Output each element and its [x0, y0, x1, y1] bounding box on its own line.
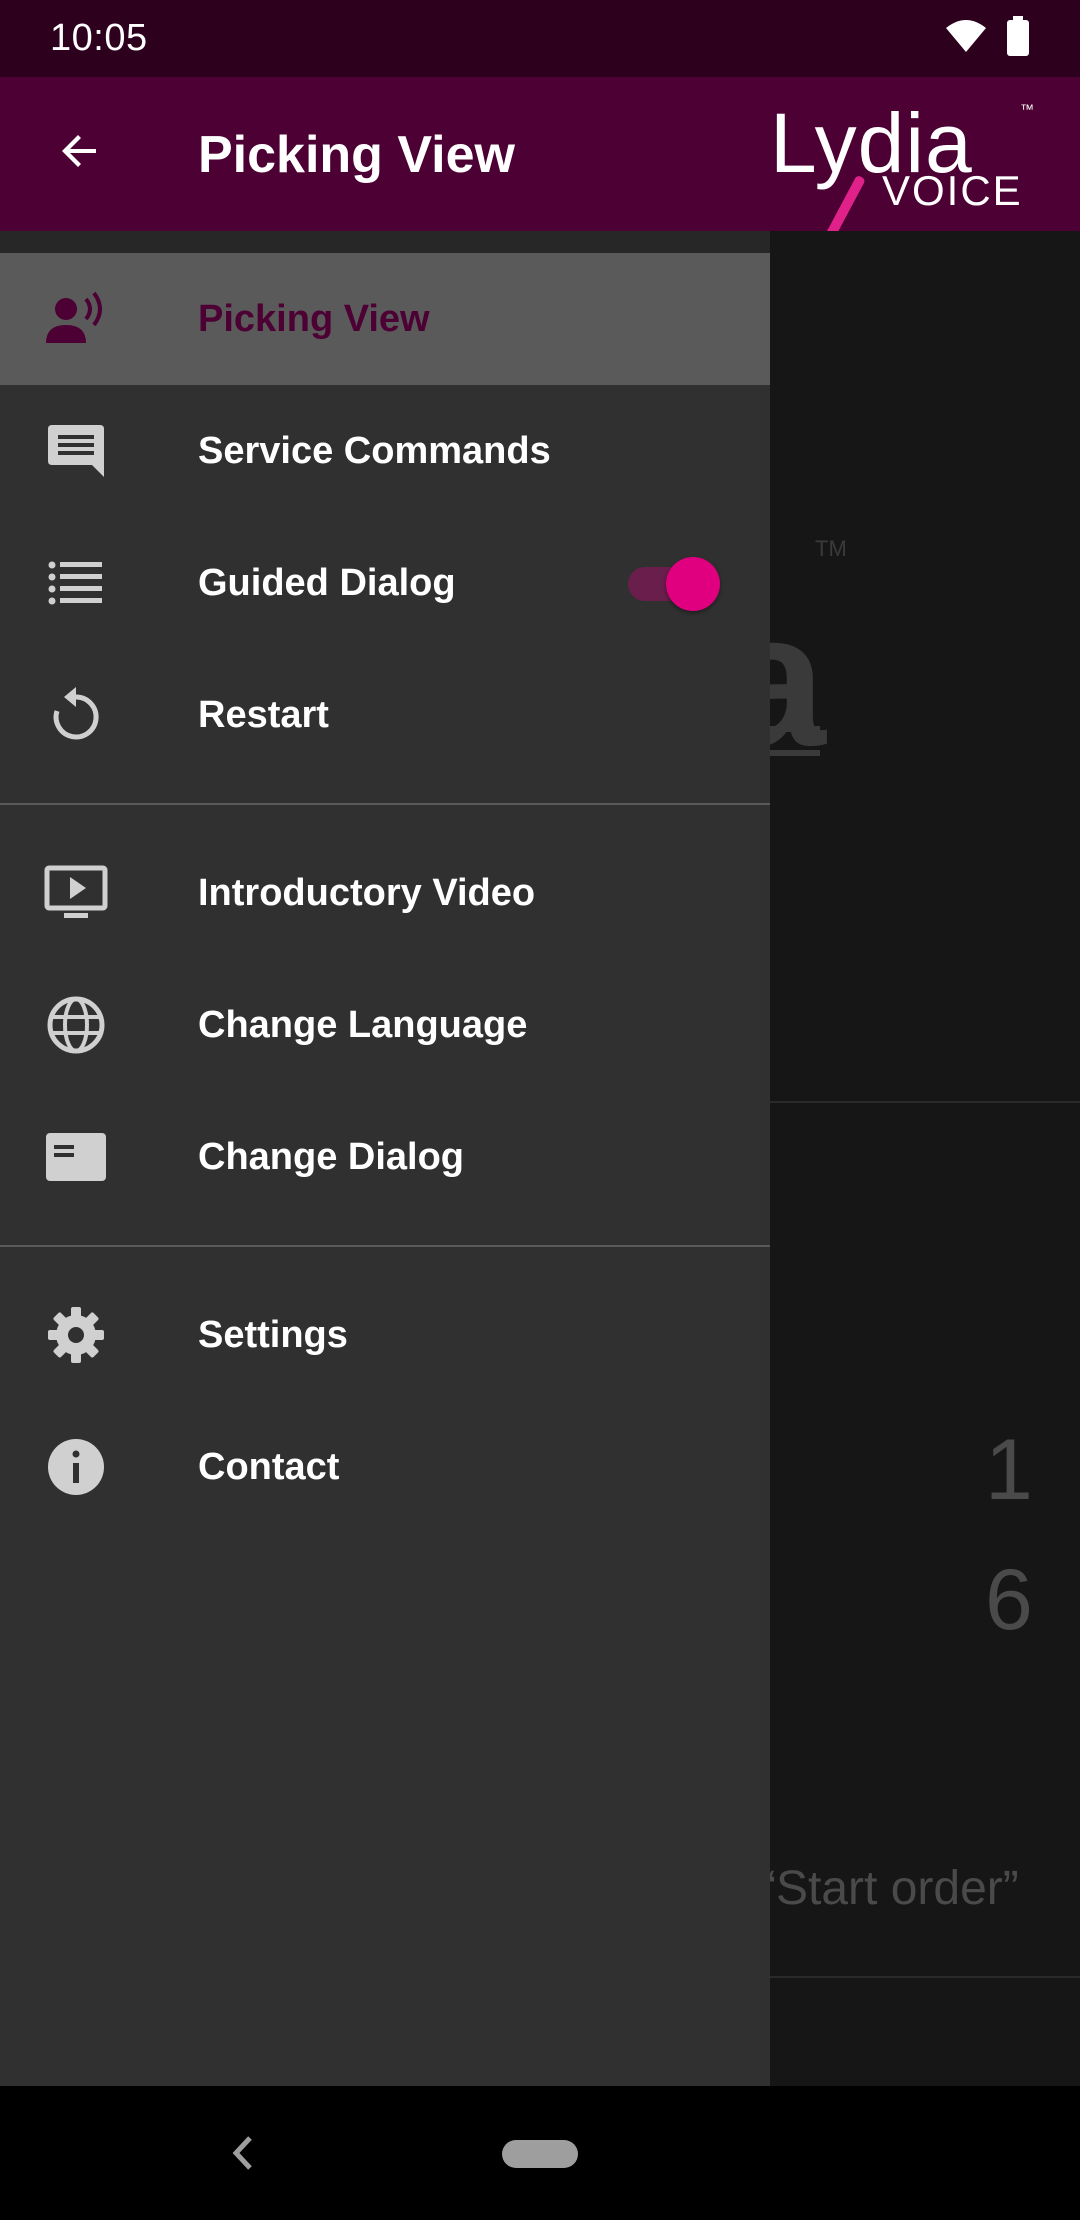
globe-icon	[44, 993, 108, 1057]
navigation-drawer: Picking View Service Commands Guided Dia…	[0, 231, 770, 2086]
wifi-icon	[944, 18, 988, 59]
logo-sub-text: VOICE	[882, 167, 1023, 214]
voice-user-icon	[44, 287, 108, 351]
menu-item-guided-dialog[interactable]: Guided Dialog	[0, 517, 770, 649]
info-icon	[44, 1435, 108, 1499]
gear-icon	[44, 1303, 108, 1367]
menu-divider	[0, 1245, 770, 1247]
status-bar: 10:05	[0, 0, 1080, 77]
menu-item-label: Service Commands	[198, 429, 551, 472]
nav-back-icon[interactable]	[222, 2128, 262, 2178]
message-icon	[44, 419, 108, 483]
menu-item-settings[interactable]: Settings	[0, 1269, 770, 1401]
app-bar: Picking View Lydia ™ VOICE	[0, 77, 1080, 242]
list-icon	[44, 551, 108, 615]
menu-item-picking-view[interactable]: Picking View	[0, 253, 770, 385]
card-icon	[44, 1125, 108, 1189]
menu-item-label: Restart	[198, 693, 329, 736]
background-logo-tm: TM	[815, 536, 847, 561]
menu-item-label: Settings	[198, 1313, 348, 1356]
menu-item-label: Guided Dialog	[198, 561, 456, 604]
menu-item-contact[interactable]: Contact	[0, 1401, 770, 1533]
menu-item-change-language[interactable]: Change Language	[0, 959, 770, 1091]
lydia-voice-logo: Lydia ™ VOICE	[770, 95, 1040, 242]
drawer-top-shade	[0, 231, 770, 253]
background-divider	[770, 1976, 1080, 1978]
menu-item-change-dialog[interactable]: Change Dialog	[0, 1091, 770, 1223]
background-number-2: 6	[985, 1552, 1033, 1648]
menu-item-service-commands[interactable]: Service Commands	[0, 385, 770, 517]
nav-home-pill[interactable]	[502, 2140, 578, 2168]
menu-item-label: Contact	[198, 1445, 340, 1488]
menu-item-introductory-video[interactable]: Introductory Video	[0, 827, 770, 959]
video-icon	[44, 861, 108, 925]
toggle-thumb	[666, 557, 720, 611]
status-icons	[944, 16, 1030, 61]
menu-item-label: Change Dialog	[198, 1135, 465, 1178]
menu-divider	[0, 803, 770, 805]
menu-item-label: Introductory Video	[198, 871, 536, 914]
background-command-hint: “Start order”	[760, 1862, 1019, 1915]
status-time: 10:05	[50, 17, 148, 59]
background-number-1: 1	[985, 1422, 1033, 1518]
arrow-left-icon	[56, 127, 104, 180]
battery-icon	[1006, 16, 1030, 61]
restart-icon	[44, 683, 108, 747]
page-title: Picking View	[198, 126, 515, 184]
background-divider	[770, 1101, 1080, 1103]
menu-item-restart[interactable]: Restart	[0, 649, 770, 781]
back-button[interactable]	[44, 117, 116, 189]
guided-dialog-toggle[interactable]	[628, 557, 720, 611]
system-navigation-bar	[0, 2086, 1080, 2220]
logo-trademark: ™	[1020, 101, 1034, 117]
menu-item-label: Change Language	[198, 1003, 528, 1046]
menu-item-label: Picking View	[198, 297, 430, 340]
